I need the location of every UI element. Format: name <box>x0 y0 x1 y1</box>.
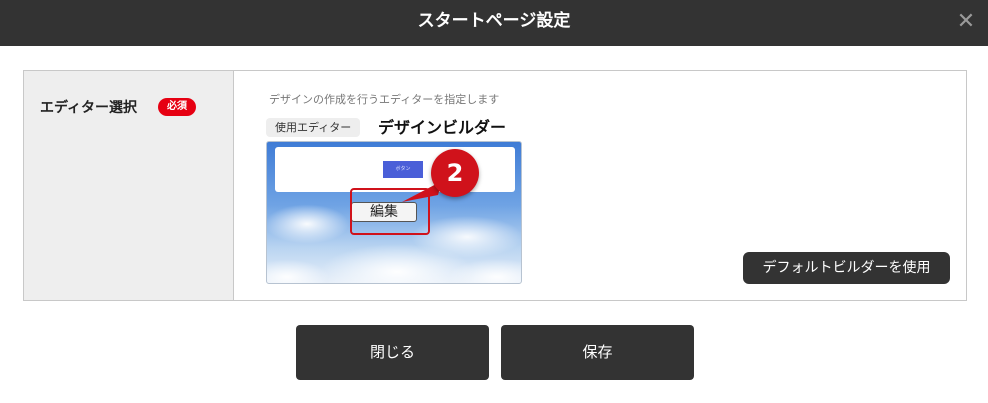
dialog-title: スタートページ設定 <box>417 11 571 31</box>
editor-label: 使用エディター <box>266 118 361 137</box>
editor-value: デザインビルダー <box>378 118 507 137</box>
dialog-titlebar: スタートページ設定 ✕ <box>0 0 988 46</box>
preview-button: ボタン <box>383 161 423 178</box>
save-button[interactable]: 保存 <box>501 325 694 380</box>
close-icon[interactable]: ✕ <box>952 8 980 36</box>
default-builder-button[interactable]: デフォルトビルダーを使用 <box>743 252 950 284</box>
field-label: エディター選択 <box>40 100 138 116</box>
step-marker: 2 <box>431 149 479 197</box>
close-button[interactable]: 閉じる <box>296 325 489 380</box>
preview-header: ボタン <box>275 147 515 192</box>
label-cell: エディター選択 必須 <box>24 71 234 300</box>
required-badge: 必須 <box>158 98 196 116</box>
field-description: デザインの作成を行うエディターを指定します <box>269 93 500 106</box>
form-table: エディター選択 必須 デザインの作成を行うエディターを指定します 使用エディター… <box>23 70 967 301</box>
